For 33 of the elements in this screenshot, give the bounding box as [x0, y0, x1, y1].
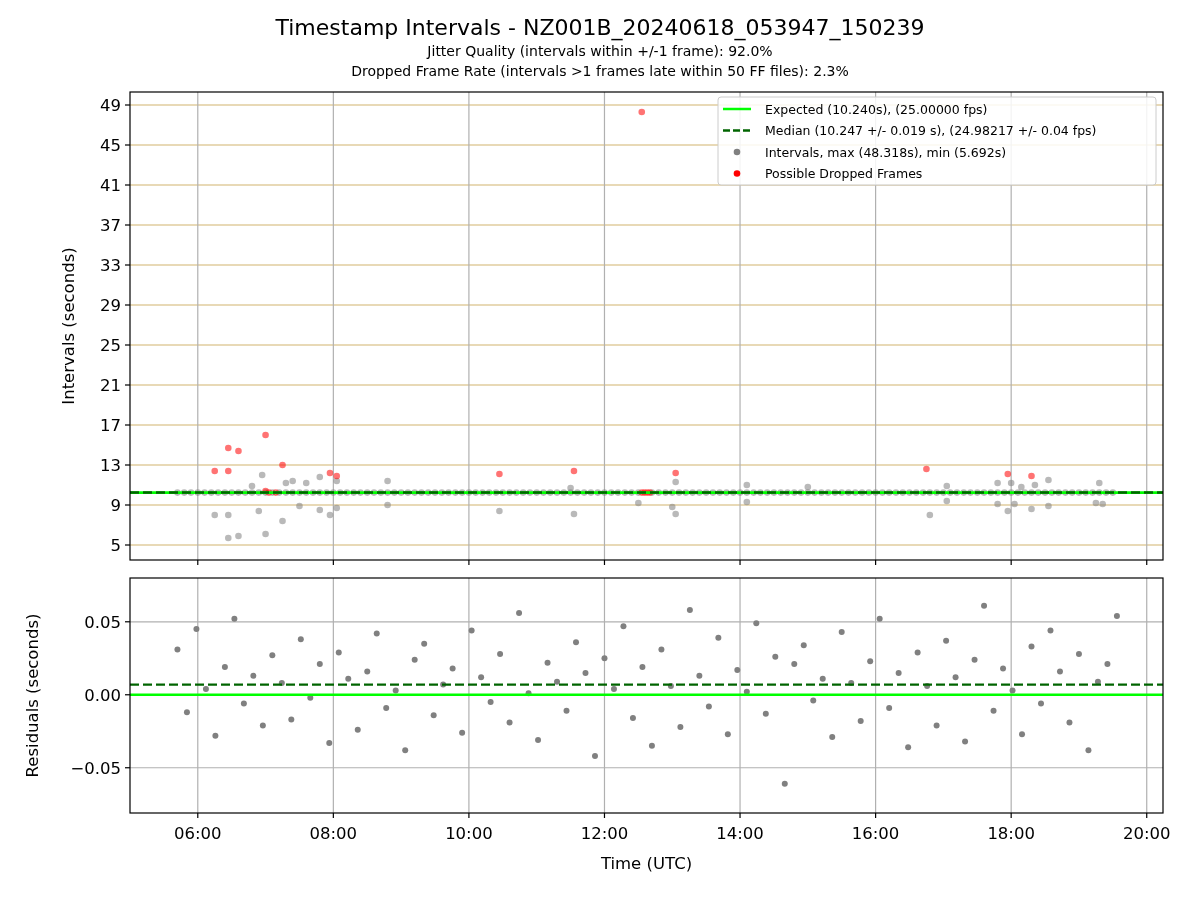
legend-label: Median (10.247 +/- 0.019 s), (24.98217 +/- 0.04 fps) [765, 123, 1097, 138]
tick-label: 18:00 [987, 824, 1035, 843]
figure-subtitle: Dropped Frame Rate (intervals >1 frames late within 50 FF files): 2.3% [351, 62, 849, 81]
tick-label: 41 [100, 176, 121, 195]
tick-label: 21 [100, 376, 121, 395]
axis-label: Intervals (seconds) [59, 247, 78, 405]
figure-subtitle: Jitter Quality (intervals within +/-1 frame): 92.0% [427, 42, 773, 61]
figure-title: Timestamp Intervals - NZ001B_20240618_053947_150239 [275, 15, 925, 41]
legend-label: Intervals, max (48.318s), min (5.692s) [765, 144, 1007, 160]
axis-label: Time (UTC) [600, 854, 693, 873]
tick-label: 13 [100, 456, 121, 475]
tick-label: 17 [100, 416, 121, 435]
tick-label: 12:00 [580, 824, 629, 843]
legend-label: Possible Dropped Frames [765, 166, 923, 181]
tick-label: −0.05 [70, 758, 121, 778]
tick-label: 9 [110, 496, 121, 515]
tick-label: 25 [100, 336, 121, 355]
tick-label: 14:00 [716, 824, 764, 843]
tick-label: 20:00 [1122, 824, 1171, 843]
tick-label: 37 [100, 216, 121, 235]
tick-label: 06:00 [174, 824, 222, 843]
tick-label: 10:00 [445, 824, 493, 843]
tick-label: 29 [100, 296, 121, 315]
tick-label: 45 [100, 136, 121, 155]
axis-label: Residuals (seconds) [23, 613, 42, 778]
tick-label: 49 [100, 96, 121, 115]
tick-label: 16:00 [851, 824, 900, 843]
tick-label: 0.00 [84, 685, 121, 705]
tick-label: 0.05 [84, 612, 121, 632]
tick-label: 5 [110, 536, 121, 555]
tick-label: 33 [100, 256, 121, 275]
tick-label: 08:00 [309, 824, 358, 843]
legend-label: Expected (10.240s), (25.00000 fps) [765, 101, 988, 117]
